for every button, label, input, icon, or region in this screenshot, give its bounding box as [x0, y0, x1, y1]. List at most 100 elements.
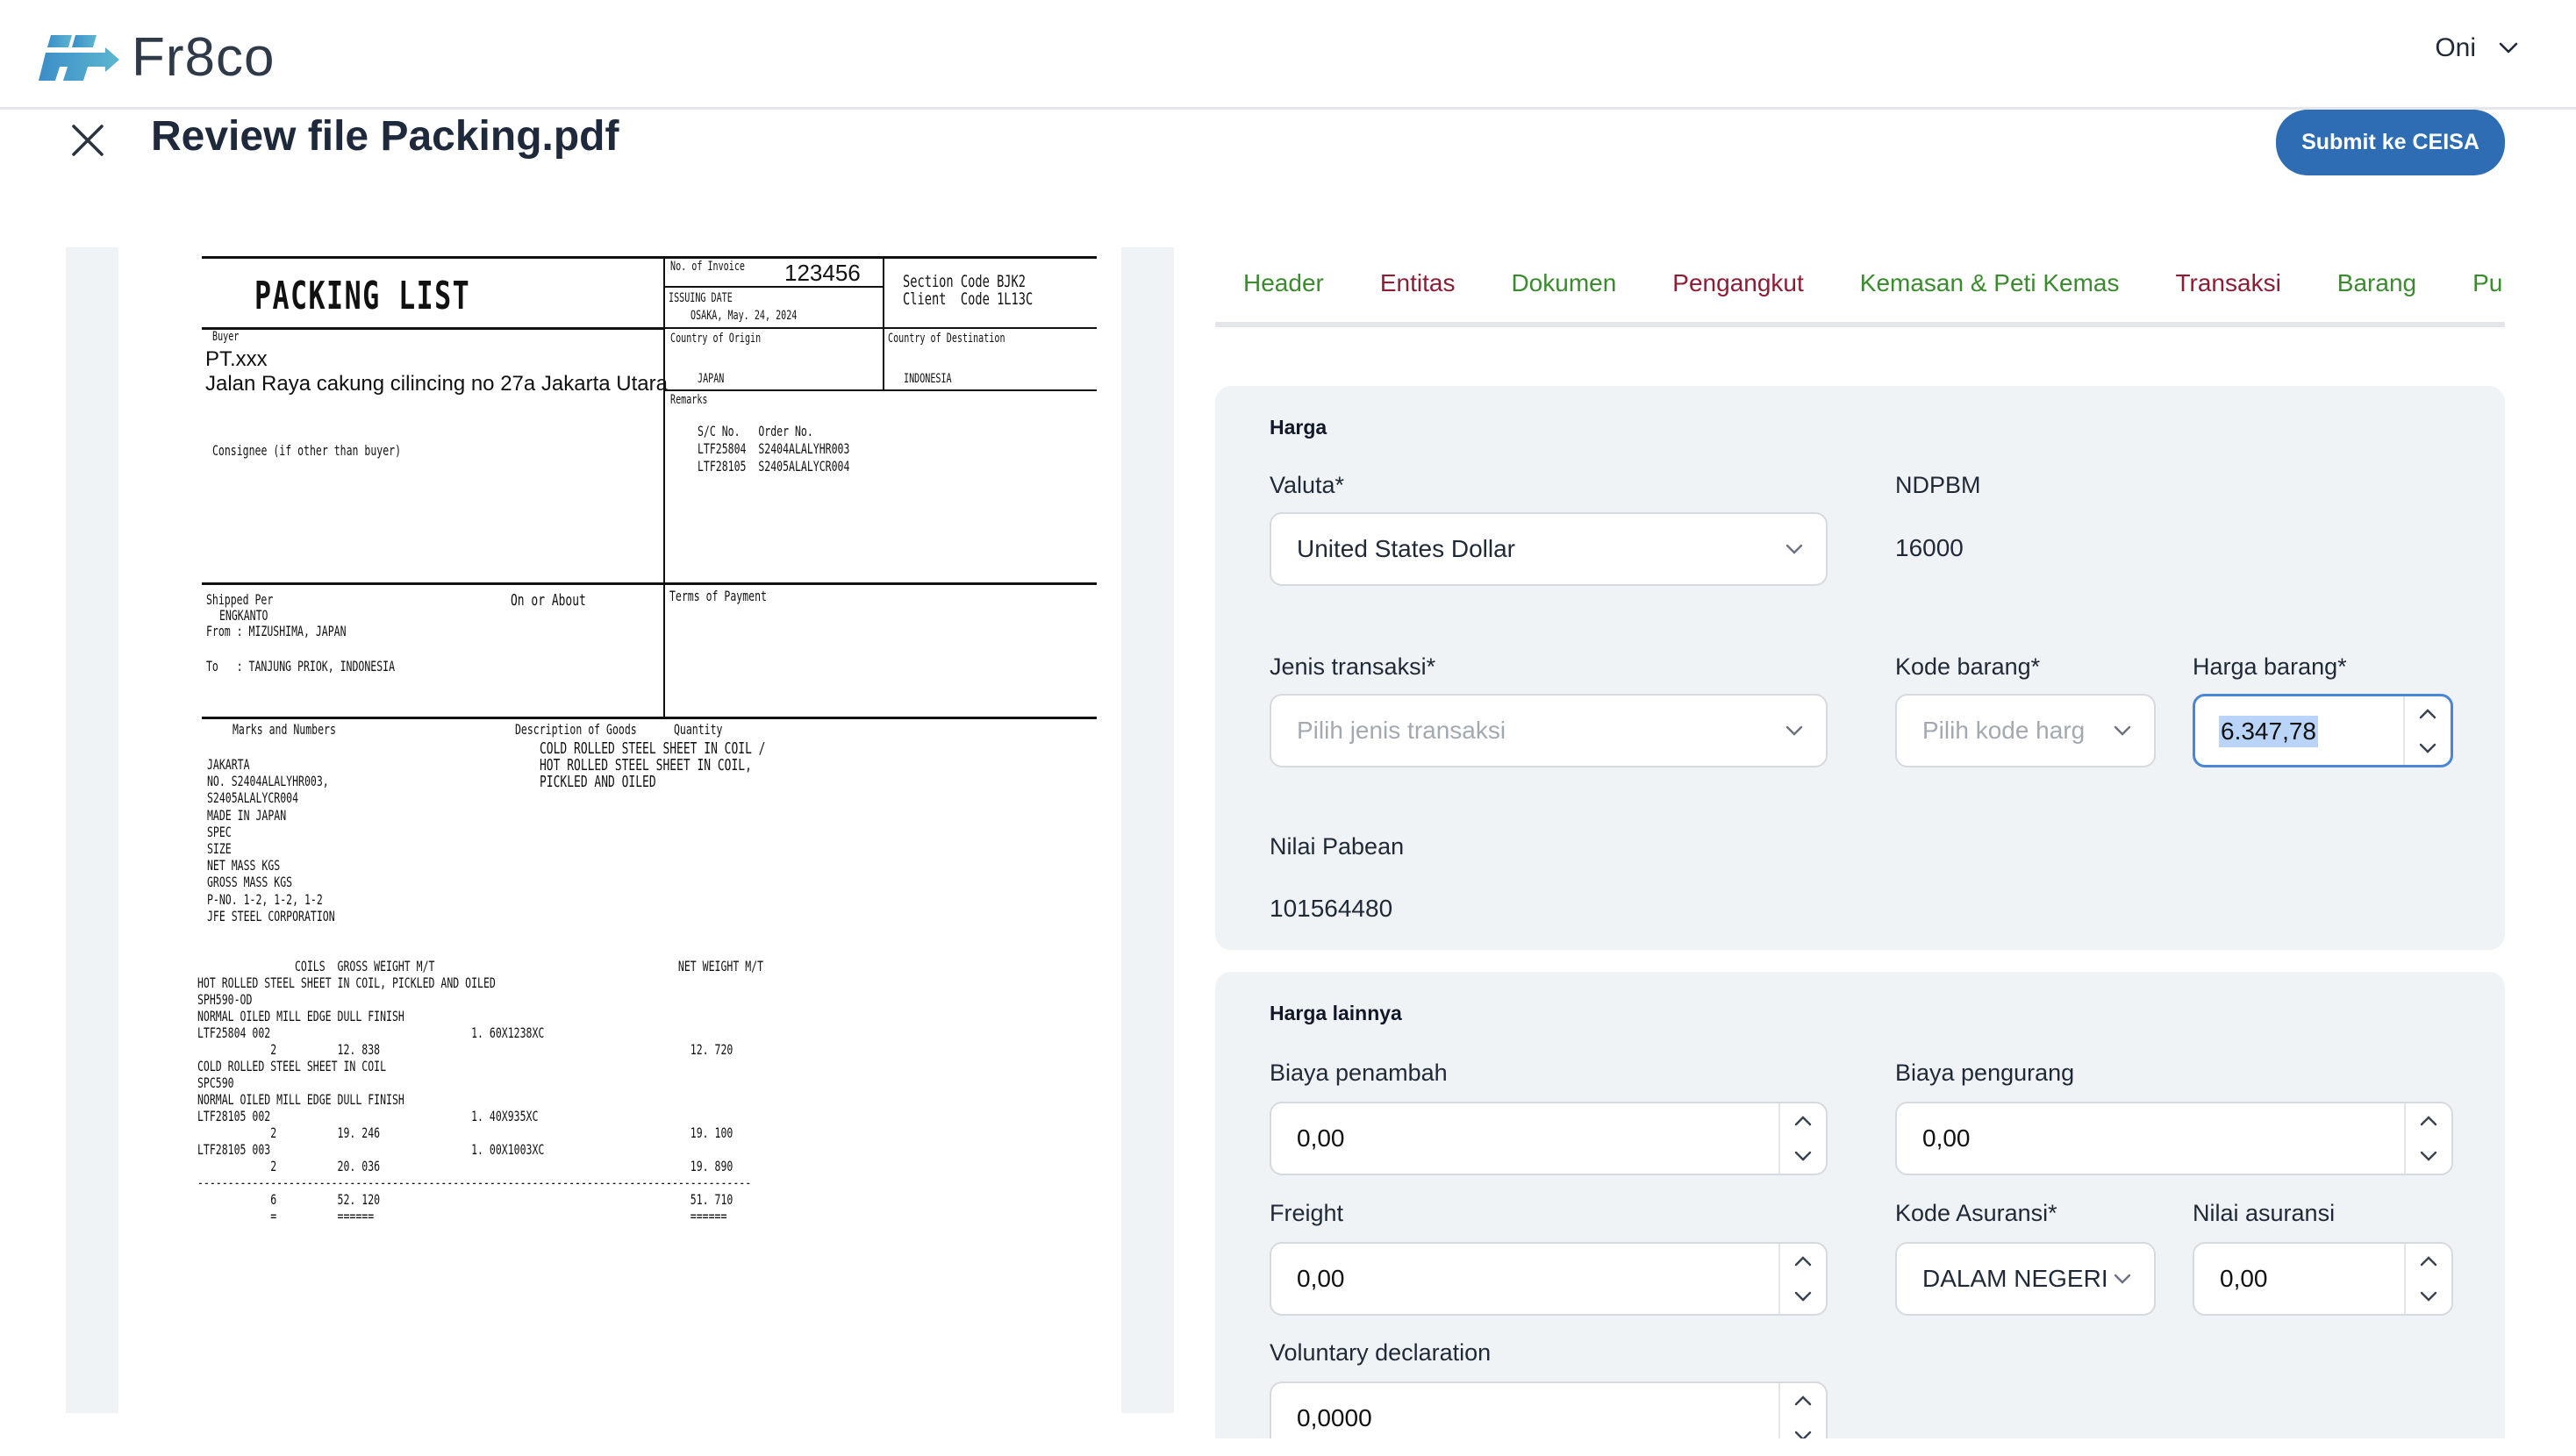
kode-asuransi-label: Kode Asuransi*: [1895, 1200, 2057, 1226]
doc-origin-label: Country of Origin: [670, 332, 762, 346]
doc-buyer-label: Buyer: [212, 330, 240, 344]
chevron-up-icon[interactable]: [1794, 1395, 1812, 1406]
chevron-down-icon[interactable]: [1794, 1291, 1812, 1302]
tab-header[interactable]: Header: [1215, 259, 1352, 322]
pdf-viewer-margin-left: [66, 247, 118, 1413]
doc-vessel: ENGKANTO: [219, 607, 268, 624]
doc-rule: [202, 717, 1097, 719]
fr8co-logo-icon: [39, 34, 119, 81]
doc-remarks-label: Remarks: [670, 393, 708, 407]
doc-rule: [202, 327, 663, 330]
kode-barang-label: Kode barang*: [1895, 653, 2041, 680]
harga-section: Harga Valuta* United States Dollar NDPBM…: [1215, 386, 2505, 950]
nilai-pabean-label: Nilai Pabean: [1270, 833, 1405, 860]
brand-logo[interactable]: Fr8co: [39, 26, 275, 89]
nilai-asuransi-stepper[interactable]: [2404, 1244, 2451, 1314]
biaya-pengurang-stepper[interactable]: [2404, 1103, 2451, 1174]
doc-issuing-date: OSAKA, May. 24, 2024: [691, 309, 798, 323]
doc-detail-header: COILS GROSS WEIGHT M/T NET WEIGHT M/T: [197, 958, 764, 974]
doc-invoice-number: 123456: [784, 260, 861, 286]
kode-asuransi-value: DALAM NEGERI: [1922, 1265, 2108, 1292]
doc-buyer-address: Jalan Raya cakung cilincing no 27a Jakar…: [205, 372, 668, 396]
nilai-asuransi-input[interactable]: [2193, 1242, 2453, 1316]
freight-input[interactable]: [1270, 1242, 1828, 1316]
tab-transaksi[interactable]: Transaksi: [2147, 259, 2308, 322]
jenis-transaksi-placeholder: Pilih jenis transaksi: [1297, 717, 1506, 744]
submit-ke-ceisa-button[interactable]: Submit ke CEISA: [2276, 110, 2505, 175]
doc-rule: [663, 327, 1097, 329]
biaya-pengurang-field[interactable]: [1897, 1103, 2404, 1174]
tab-barang[interactable]: Barang: [2309, 259, 2444, 322]
form-tabs: Header Entitas Dokumen Pengangkut Kemasa…: [1215, 259, 2505, 327]
ndpbm-label: NDPBM: [1895, 472, 1981, 498]
doc-buyer-name: PT.xxx: [205, 347, 268, 371]
kode-barang-select[interactable]: Pilih kode harg: [1895, 694, 2156, 767]
chevron-down-icon[interactable]: [2420, 1291, 2437, 1302]
doc-detail-lines: HOT ROLLED STEEL SHEET IN COIL, PICKLED …: [197, 974, 752, 1224]
kode-asuransi-select[interactable]: DALAM NEGERI: [1895, 1242, 2156, 1316]
voluntary-declaration-label: Voluntary declaration: [1270, 1339, 1492, 1366]
section-title-harga-lainnya: Harga lainnya: [1270, 1002, 1402, 1024]
tab-entitas[interactable]: Entitas: [1352, 259, 1484, 322]
close-icon[interactable]: [68, 121, 107, 160]
doc-rule: [883, 256, 884, 389]
biaya-penambah-input[interactable]: [1270, 1102, 1828, 1175]
pdf-viewer[interactable]: PACKING LIST No. of Invoice 123456 ISSUI…: [66, 247, 1174, 1413]
chevron-down-icon[interactable]: [1794, 1151, 1812, 1161]
freight-field[interactable]: [1271, 1244, 1778, 1314]
valuta-value: United States Dollar: [1297, 535, 1516, 562]
doc-rule: [202, 256, 1097, 259]
tab-kemasan-peti-kemas[interactable]: Kemasan & Peti Kemas: [1832, 259, 2148, 322]
chevron-down-icon[interactable]: [2420, 1151, 2437, 1161]
user-name: Oni: [2435, 33, 2476, 62]
chevron-up-icon[interactable]: [2420, 1256, 2437, 1267]
tab-dokumen[interactable]: Dokumen: [1483, 259, 1644, 322]
chevron-down-icon[interactable]: [2419, 743, 2436, 753]
doc-remarks: S/C No. Order No. LTF25804 S2404ALALYHR0…: [698, 423, 850, 475]
section-title-harga: Harga: [1270, 416, 1327, 439]
freight-stepper[interactable]: [1778, 1244, 1826, 1314]
doc-section-code: Section Code BJK2: [903, 272, 1027, 291]
doc-to: To : TANJUNG PRIOK, INDONESIA: [206, 658, 396, 674]
user-menu[interactable]: Oni: [2435, 33, 2518, 63]
harga-barang-stepper[interactable]: [2403, 696, 2451, 765]
doc-issuing-date-label: ISSUING DATE: [669, 291, 733, 305]
doc-marks-label: Marks and Numbers: [233, 721, 336, 738]
chevron-down-icon: [2499, 42, 2518, 54]
valuta-select[interactable]: United States Dollar: [1270, 512, 1828, 586]
biaya-penambah-field[interactable]: [1271, 1103, 1778, 1174]
doc-rule: [202, 582, 1097, 585]
chevron-up-icon[interactable]: [2419, 708, 2436, 719]
nilai-asuransi-label: Nilai asuransi: [2193, 1200, 2336, 1226]
tab-pengangkut[interactable]: Pengangkut: [1644, 259, 1831, 322]
chevron-up-icon[interactable]: [1794, 1116, 1812, 1126]
doc-description-label: Description of Goods: [515, 721, 637, 738]
chevron-down-icon: [2114, 1274, 2131, 1284]
harga-lainnya-section: Harga lainnya Biaya penambah Biaya pengu…: [1215, 972, 2505, 1455]
biaya-pengurang-input[interactable]: [1895, 1102, 2453, 1175]
doc-rule: [663, 256, 665, 717]
doc-on-or-about-label: On or About: [511, 591, 586, 610]
pdf-page: PACKING LIST No. of Invoice 123456 ISSUI…: [118, 247, 1121, 1413]
jenis-transaksi-select[interactable]: Pilih jenis transaksi: [1270, 694, 1828, 767]
kode-barang-placeholder: Pilih kode harg: [1922, 717, 2086, 744]
chevron-up-icon[interactable]: [2420, 1116, 2437, 1126]
biaya-pengurang-label: Biaya pengurang: [1895, 1060, 2075, 1086]
doc-invoice-label: No. of Invoice: [670, 260, 745, 274]
doc-rule: [663, 389, 1097, 391]
tab-pu[interactable]: Pu: [2444, 259, 2505, 322]
biaya-penambah-stepper[interactable]: [1778, 1103, 1826, 1174]
ndpbm-value: 16000: [1895, 534, 1964, 561]
doc-title: PACKING LIST: [254, 274, 471, 318]
harga-barang-field[interactable]: 6.347,78: [2195, 696, 2403, 765]
harga-barang-input[interactable]: 6.347,78: [2193, 694, 2453, 767]
chevron-up-icon[interactable]: [1794, 1256, 1812, 1267]
nilai-pabean-value: 101564480: [1270, 895, 1393, 922]
pdf-viewer-margin-right: [1121, 247, 1174, 1413]
nilai-asuransi-field[interactable]: [2194, 1244, 2404, 1314]
brand-name: Fr8co: [132, 27, 275, 88]
doc-quantity-label: Quantity: [674, 721, 723, 738]
chevron-down-icon: [1785, 725, 1803, 736]
doc-consignee-label: Consignee (if other than buyer): [212, 442, 402, 459]
doc-shipped-per-label: Shipped Per: [206, 591, 274, 608]
